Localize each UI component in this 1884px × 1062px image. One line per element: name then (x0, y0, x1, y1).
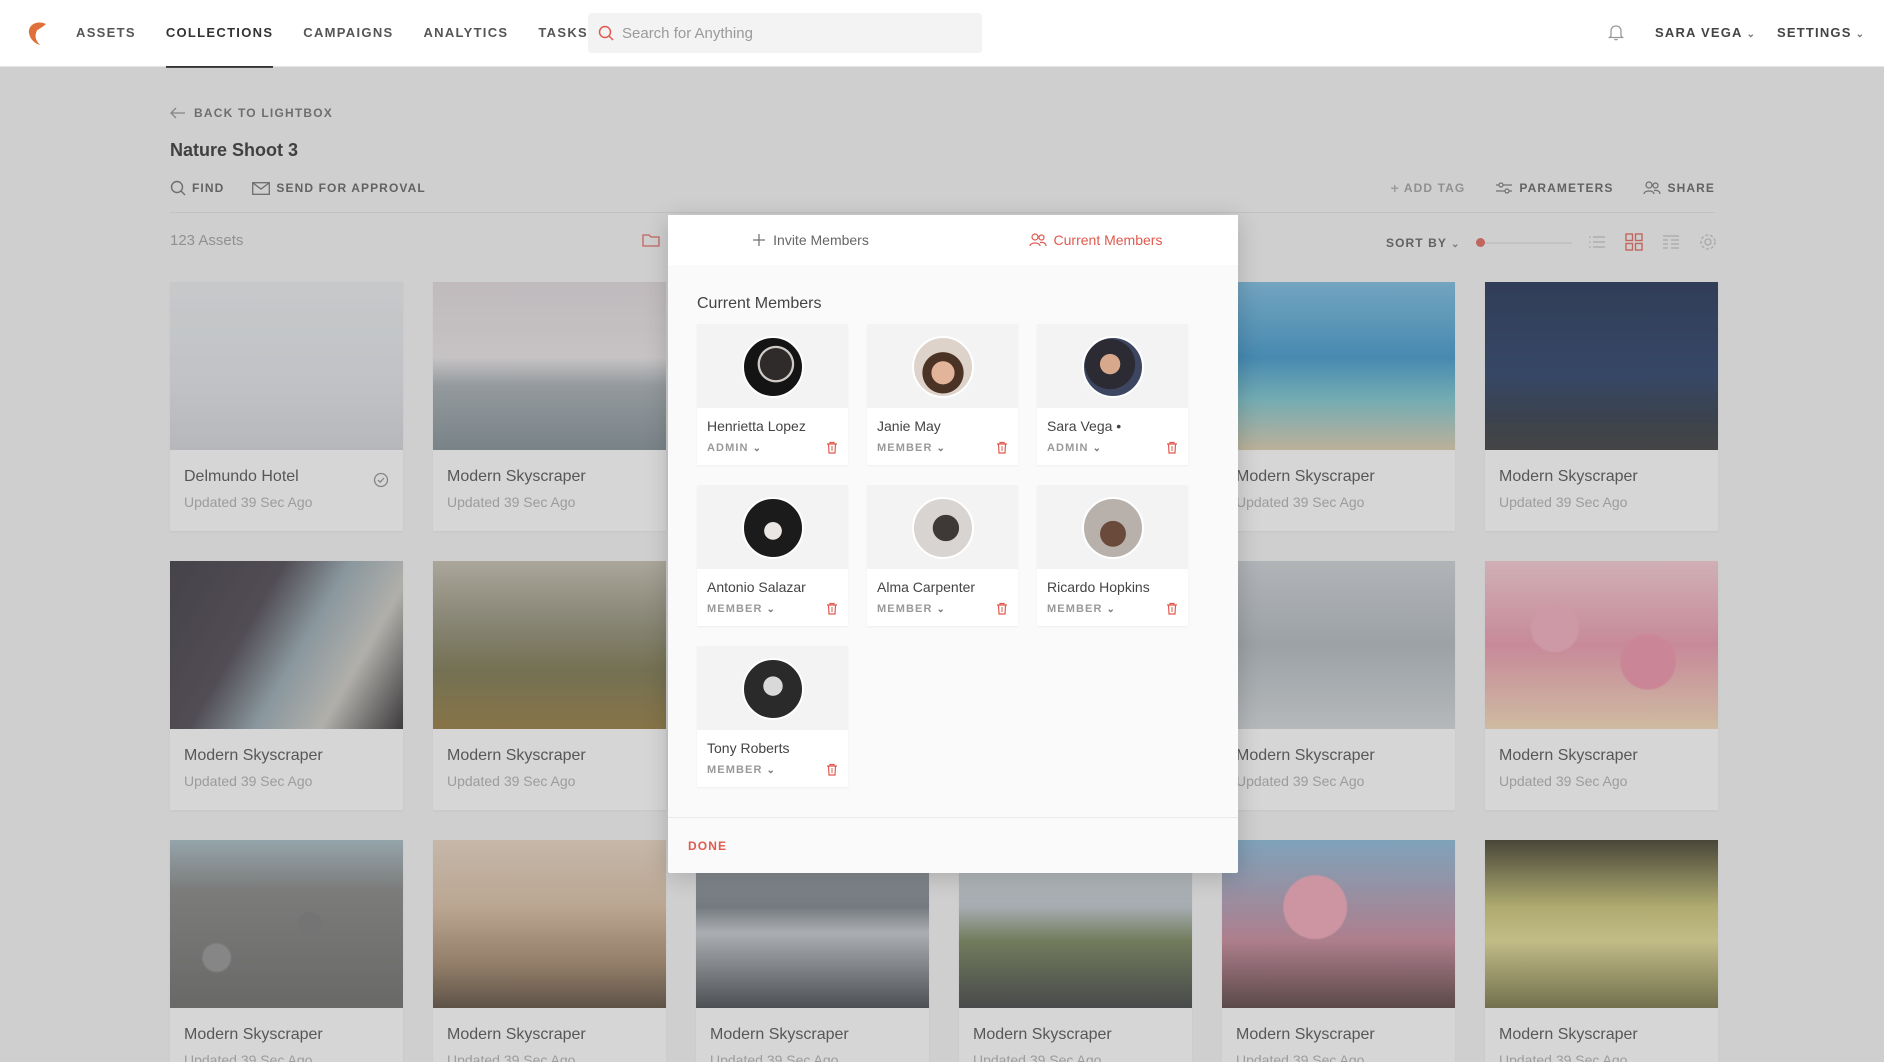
chevron-down-icon: ⌄ (752, 443, 763, 454)
user-name: SARA VEGA (1655, 25, 1743, 40)
tab-current-label: Current Members (1053, 232, 1163, 248)
member-card: Alma Carpenter MEMBER ⌄ (867, 485, 1018, 626)
trash-icon[interactable] (996, 441, 1008, 454)
member-card: Ricardo Hopkins MEMBER ⌄ (1037, 485, 1188, 626)
nav-item-campaigns[interactable]: CAMPAIGNS (303, 0, 393, 67)
member-role: MEMBER (707, 603, 763, 615)
member-name: Ricardo Hopkins (1047, 579, 1150, 595)
nav-item-analytics[interactable]: ANALYTICS (423, 0, 508, 67)
plus-icon (753, 234, 766, 246)
nav-item-assets[interactable]: ASSETS (76, 0, 136, 67)
avatar (912, 336, 974, 398)
avatar-background (1037, 485, 1188, 569)
modal-heading: Current Members (697, 295, 822, 312)
done-button[interactable]: DONE (688, 839, 727, 853)
member-name: Sara Vega • (1047, 418, 1122, 434)
trash-icon[interactable] (826, 441, 838, 454)
member-name: Henrietta Lopez (707, 418, 806, 434)
member-role: MEMBER (1047, 603, 1103, 615)
chevron-down-icon: ⌄ (1092, 443, 1103, 454)
nav-item-collections[interactable]: COLLECTIONS (165, 0, 274, 68)
trash-icon[interactable] (826, 602, 838, 615)
members-modal: Invite Members Current Members Current M… (668, 215, 1238, 873)
main-nav: ASSETS COLLECTIONS CAMPAIGNS ANALYTICS TASKS (76, 0, 618, 68)
member-role-dropdown[interactable]: MEMBER ⌄ (1047, 603, 1116, 615)
avatar (742, 497, 804, 559)
member-card: Henrietta Lopez ADMIN ⌄ (697, 324, 848, 465)
member-role-dropdown[interactable]: ADMIN ⌄ (1047, 442, 1102, 454)
search-icon (598, 25, 614, 41)
member-role-dropdown[interactable]: MEMBER ⌄ (877, 442, 946, 454)
search-box (588, 13, 982, 53)
tab-invite-label: Invite Members (773, 232, 869, 248)
tab-invite-members[interactable]: Invite Members (668, 215, 953, 265)
trash-icon[interactable] (1166, 602, 1178, 615)
avatar-background (697, 324, 848, 408)
chevron-down-icon: ⌄ (936, 443, 946, 454)
logo-icon[interactable] (26, 20, 50, 46)
users-icon (1028, 233, 1047, 247)
top-nav: ASSETS COLLECTIONS CAMPAIGNS ANALYTICS TASKS… (0, 0, 1884, 68)
member-role-dropdown[interactable]: ADMIN ⌄ (707, 442, 762, 454)
trash-icon[interactable] (1166, 441, 1178, 454)
member-role: ADMIN (707, 442, 749, 454)
avatar (1082, 497, 1144, 559)
member-role: MEMBER (877, 603, 933, 615)
avatar-background (1037, 324, 1188, 408)
avatar-background (697, 485, 848, 569)
avatar (742, 336, 804, 398)
avatar-background (697, 646, 848, 730)
chevron-down-icon: ⌄ (1746, 29, 1757, 40)
chevron-down-icon: ⌄ (766, 765, 776, 776)
chevron-down-icon: ⌄ (1106, 604, 1116, 615)
user-menu[interactable]: SARA VEGA ⌄ (1655, 0, 1756, 67)
member-role-dropdown[interactable]: MEMBER ⌄ (707, 764, 776, 776)
chevron-down-icon: ⌄ (1855, 29, 1866, 40)
member-name: Janie May (877, 418, 941, 434)
member-role: ADMIN (1047, 442, 1089, 454)
bell-icon[interactable] (1608, 23, 1624, 41)
chevron-down-icon: ⌄ (936, 604, 946, 615)
avatar (742, 658, 804, 720)
avatar (1082, 336, 1144, 398)
member-card: Antonio Salazar MEMBER ⌄ (697, 485, 848, 626)
member-name: Alma Carpenter (877, 579, 976, 595)
chevron-down-icon: ⌄ (766, 604, 776, 615)
member-card: Tony Roberts MEMBER ⌄ (697, 646, 848, 787)
search-input[interactable] (622, 13, 972, 53)
avatar-background (867, 324, 1018, 408)
member-role: MEMBER (877, 442, 933, 454)
member-role-dropdown[interactable]: MEMBER ⌄ (877, 603, 946, 615)
settings-menu[interactable]: SETTINGS ⌄ (1777, 0, 1865, 67)
member-name: Antonio Salazar (707, 579, 806, 595)
modal-tabs: Invite Members Current Members (668, 215, 1238, 265)
trash-icon[interactable] (996, 602, 1008, 615)
member-role: MEMBER (707, 764, 763, 776)
members-list: Henrietta Lopez ADMIN ⌄ Janie May MEMBER ⌄ Sar… (697, 324, 1188, 787)
member-card: Sara Vega • ADMIN ⌄ (1037, 324, 1188, 465)
nav-item-tasks[interactable]: TASKS (538, 0, 588, 67)
member-name: Tony Roberts (707, 740, 790, 756)
avatar-background (867, 485, 1018, 569)
member-role-dropdown[interactable]: MEMBER ⌄ (707, 603, 776, 615)
settings-label: SETTINGS (1777, 25, 1852, 40)
member-card: Janie May MEMBER ⌄ (867, 324, 1018, 465)
tab-current-members[interactable]: Current Members (953, 215, 1238, 265)
divider (668, 817, 1238, 818)
trash-icon[interactable] (826, 763, 838, 776)
avatar (912, 497, 974, 559)
